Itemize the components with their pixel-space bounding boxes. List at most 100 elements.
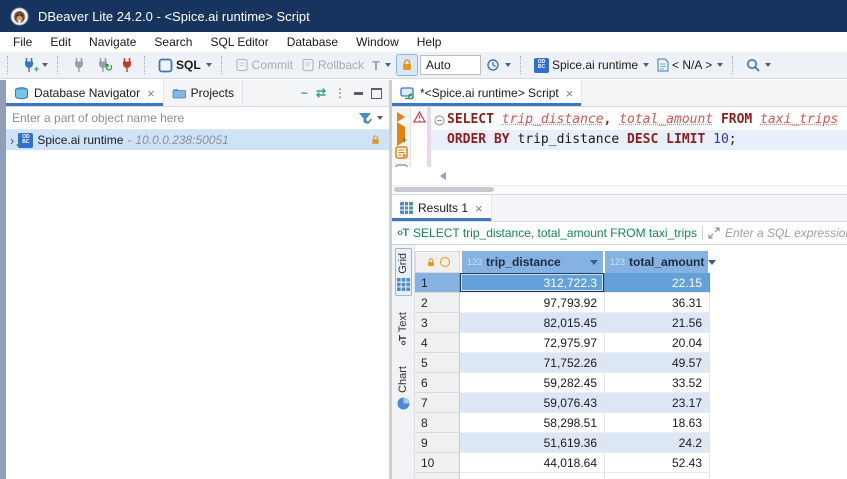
table-row[interactable]: 4 72,975.97 20.04 (415, 333, 847, 353)
minimize-icon[interactable] (354, 92, 363, 95)
sql-code-area[interactable]: SELECT trip_distance, total_amount FROM … (431, 107, 847, 167)
cell-trip-distance[interactable]: 312,722.3 (460, 273, 605, 293)
menu-file[interactable]: File (4, 33, 41, 51)
cell-trip-distance[interactable]: 58,298.51 (460, 413, 605, 433)
menu-help[interactable]: Help (408, 33, 451, 51)
row-number[interactable]: 6 (415, 373, 460, 393)
sash-thumb[interactable] (394, 187, 494, 192)
commit-mode-combo[interactable]: Auto (420, 55, 481, 75)
cell-trip-distance[interactable]: 71,752.26 (460, 353, 605, 373)
sql-expression-input[interactable]: Enter a SQL expression to (725, 226, 847, 240)
cell-total-amount[interactable]: 20.04 (605, 333, 710, 353)
connection-tree-item[interactable]: › ODBC ✓ Spice.ai runtime - 10.0.0.238:5… (6, 130, 389, 150)
execute-statement-icon[interactable] (397, 112, 405, 122)
new-connection-button[interactable]: + (18, 54, 51, 76)
active-database-selector[interactable]: < N/A > (654, 54, 726, 76)
cell-total-amount[interactable]: 23.17 (605, 393, 710, 413)
editor-horizontal-scrollbar[interactable] (392, 167, 847, 186)
row-number[interactable]: 4 (415, 333, 460, 353)
view-menu-icon[interactable]: ⋮ (334, 86, 346, 100)
menu-edit[interactable]: Edit (41, 33, 80, 51)
execute-script-icon[interactable] (395, 146, 408, 159)
menu-database[interactable]: Database (278, 33, 347, 51)
row-number[interactable]: 1 (415, 273, 460, 293)
cell-trip-distance[interactable]: 51,619.36 (460, 433, 605, 453)
tab-script-editor[interactable]: *<Spice.ai runtime> Script × (392, 80, 582, 106)
presentation-tab-grid[interactable]: Grid (395, 248, 412, 296)
cell-trip-distance[interactable]: 44,018.64 (460, 453, 605, 473)
cell-total-amount[interactable]: 49.57 (605, 353, 710, 373)
warning-icon[interactable] (413, 111, 426, 123)
row-number[interactable]: 7 (415, 393, 460, 413)
close-icon[interactable]: × (566, 86, 574, 101)
row-number[interactable]: 5 (415, 353, 460, 373)
column-header-trip-distance[interactable]: 123 trip_distance (462, 251, 605, 273)
active-connection-selector[interactable]: ODBC Spice.ai runtime (531, 54, 652, 76)
maximize-icon[interactable] (371, 88, 382, 99)
row-number[interactable]: 8 (415, 413, 460, 433)
table-row[interactable]: 8 58,298.51 18.63 (415, 413, 847, 433)
history-button[interactable] (483, 54, 514, 76)
disconnect-button[interactable] (116, 54, 138, 76)
filter-funnel-icon[interactable] (358, 111, 372, 125)
table-row[interactable]: 7 59,076.43 23.17 (415, 393, 847, 413)
rollback-button[interactable]: Rollback (298, 54, 367, 76)
expand-panel-icon[interactable] (708, 227, 720, 239)
table-row[interactable]: 3 82,015.45 21.56 (415, 313, 847, 333)
cell-total-amount[interactable]: 21.56 (605, 313, 710, 333)
link-with-editor-icon[interactable]: ⇄ (316, 86, 326, 100)
object-filter-input[interactable]: Enter a part of object name here (6, 107, 389, 130)
menu-window[interactable]: Window (347, 33, 408, 51)
expander-chevron-icon[interactable]: › (10, 133, 14, 148)
search-button[interactable] (743, 54, 774, 76)
transaction-mode-button[interactable]: T (369, 54, 394, 76)
row-number[interactable]: 9 (415, 433, 460, 453)
table-row[interactable]: 1 312,722.3 22.15 (415, 273, 847, 293)
new-sql-editor-button[interactable]: SQL (155, 54, 215, 76)
reconnect-button[interactable]: ↻ (92, 54, 114, 76)
tab-database-navigator[interactable]: Database Navigator × (6, 80, 164, 106)
grid-corner-cell[interactable] (415, 251, 460, 273)
menu-navigate[interactable]: Navigate (80, 33, 145, 51)
table-row[interactable]: 5 71,752.26 49.57 (415, 353, 847, 373)
table-row[interactable]: 2 97,793.92 36.31 (415, 293, 847, 313)
fold-collapse-icon[interactable] (431, 115, 447, 126)
close-icon[interactable]: × (475, 201, 483, 216)
table-row[interactable]: 6 59,282.45 33.52 (415, 373, 847, 393)
tab-projects[interactable]: Projects (164, 80, 243, 106)
connection-lock-toggle[interactable] (396, 54, 418, 76)
cell-trip-distance[interactable]: 82,015.45 (460, 313, 605, 333)
column-header-total-amount[interactable]: 123 total_amount (605, 251, 710, 273)
menu-sql-editor[interactable]: SQL Editor (201, 33, 277, 51)
editor-results-sash[interactable] (392, 186, 847, 195)
tab-results-1[interactable]: Results 1 × (392, 195, 492, 221)
commit-button[interactable]: Commit (232, 54, 296, 76)
cell-total-amount[interactable]: 22.15 (605, 273, 710, 293)
scroll-left-icon[interactable] (440, 172, 446, 180)
table-row[interactable]: 10 44,018.64 52.43 (415, 453, 847, 473)
collapse-all-icon[interactable]: − (301, 86, 308, 100)
cell-trip-distance[interactable]: 59,282.45 (460, 373, 605, 393)
custom-filter-icon[interactable]: ‹›T (397, 227, 408, 239)
close-icon[interactable]: × (147, 86, 155, 101)
chevron-down-icon[interactable] (377, 116, 383, 120)
cell-total-amount[interactable]: 52.43 (605, 453, 710, 473)
cell-trip-distance[interactable]: 72,975.97 (460, 333, 605, 353)
cell-trip-distance[interactable]: 59,076.43 (460, 393, 605, 413)
table-row[interactable]: 9 51,619.36 24.2 (415, 433, 847, 453)
row-number[interactable]: 10 (415, 453, 460, 473)
presentation-tab-text[interactable]: Text ‹›T (396, 308, 410, 350)
sort-desc-icon[interactable] (708, 260, 716, 265)
cell-total-amount[interactable]: 18.63 (605, 413, 710, 433)
presentation-tab-chart[interactable]: Chart (396, 362, 411, 414)
connect-button[interactable] (68, 54, 90, 76)
execute-new-tab-icon[interactable]: + (397, 127, 405, 141)
cell-trip-distance[interactable]: 97,793.92 (460, 293, 605, 313)
sort-desc-icon[interactable] (590, 260, 598, 265)
cell-total-amount[interactable]: 36.31 (605, 293, 710, 313)
row-number[interactable]: 2 (415, 293, 460, 313)
cell-total-amount[interactable]: 33.52 (605, 373, 710, 393)
cell-total-amount[interactable]: 24.2 (605, 433, 710, 453)
row-number[interactable]: 3 (415, 313, 460, 333)
menu-search[interactable]: Search (145, 33, 201, 51)
